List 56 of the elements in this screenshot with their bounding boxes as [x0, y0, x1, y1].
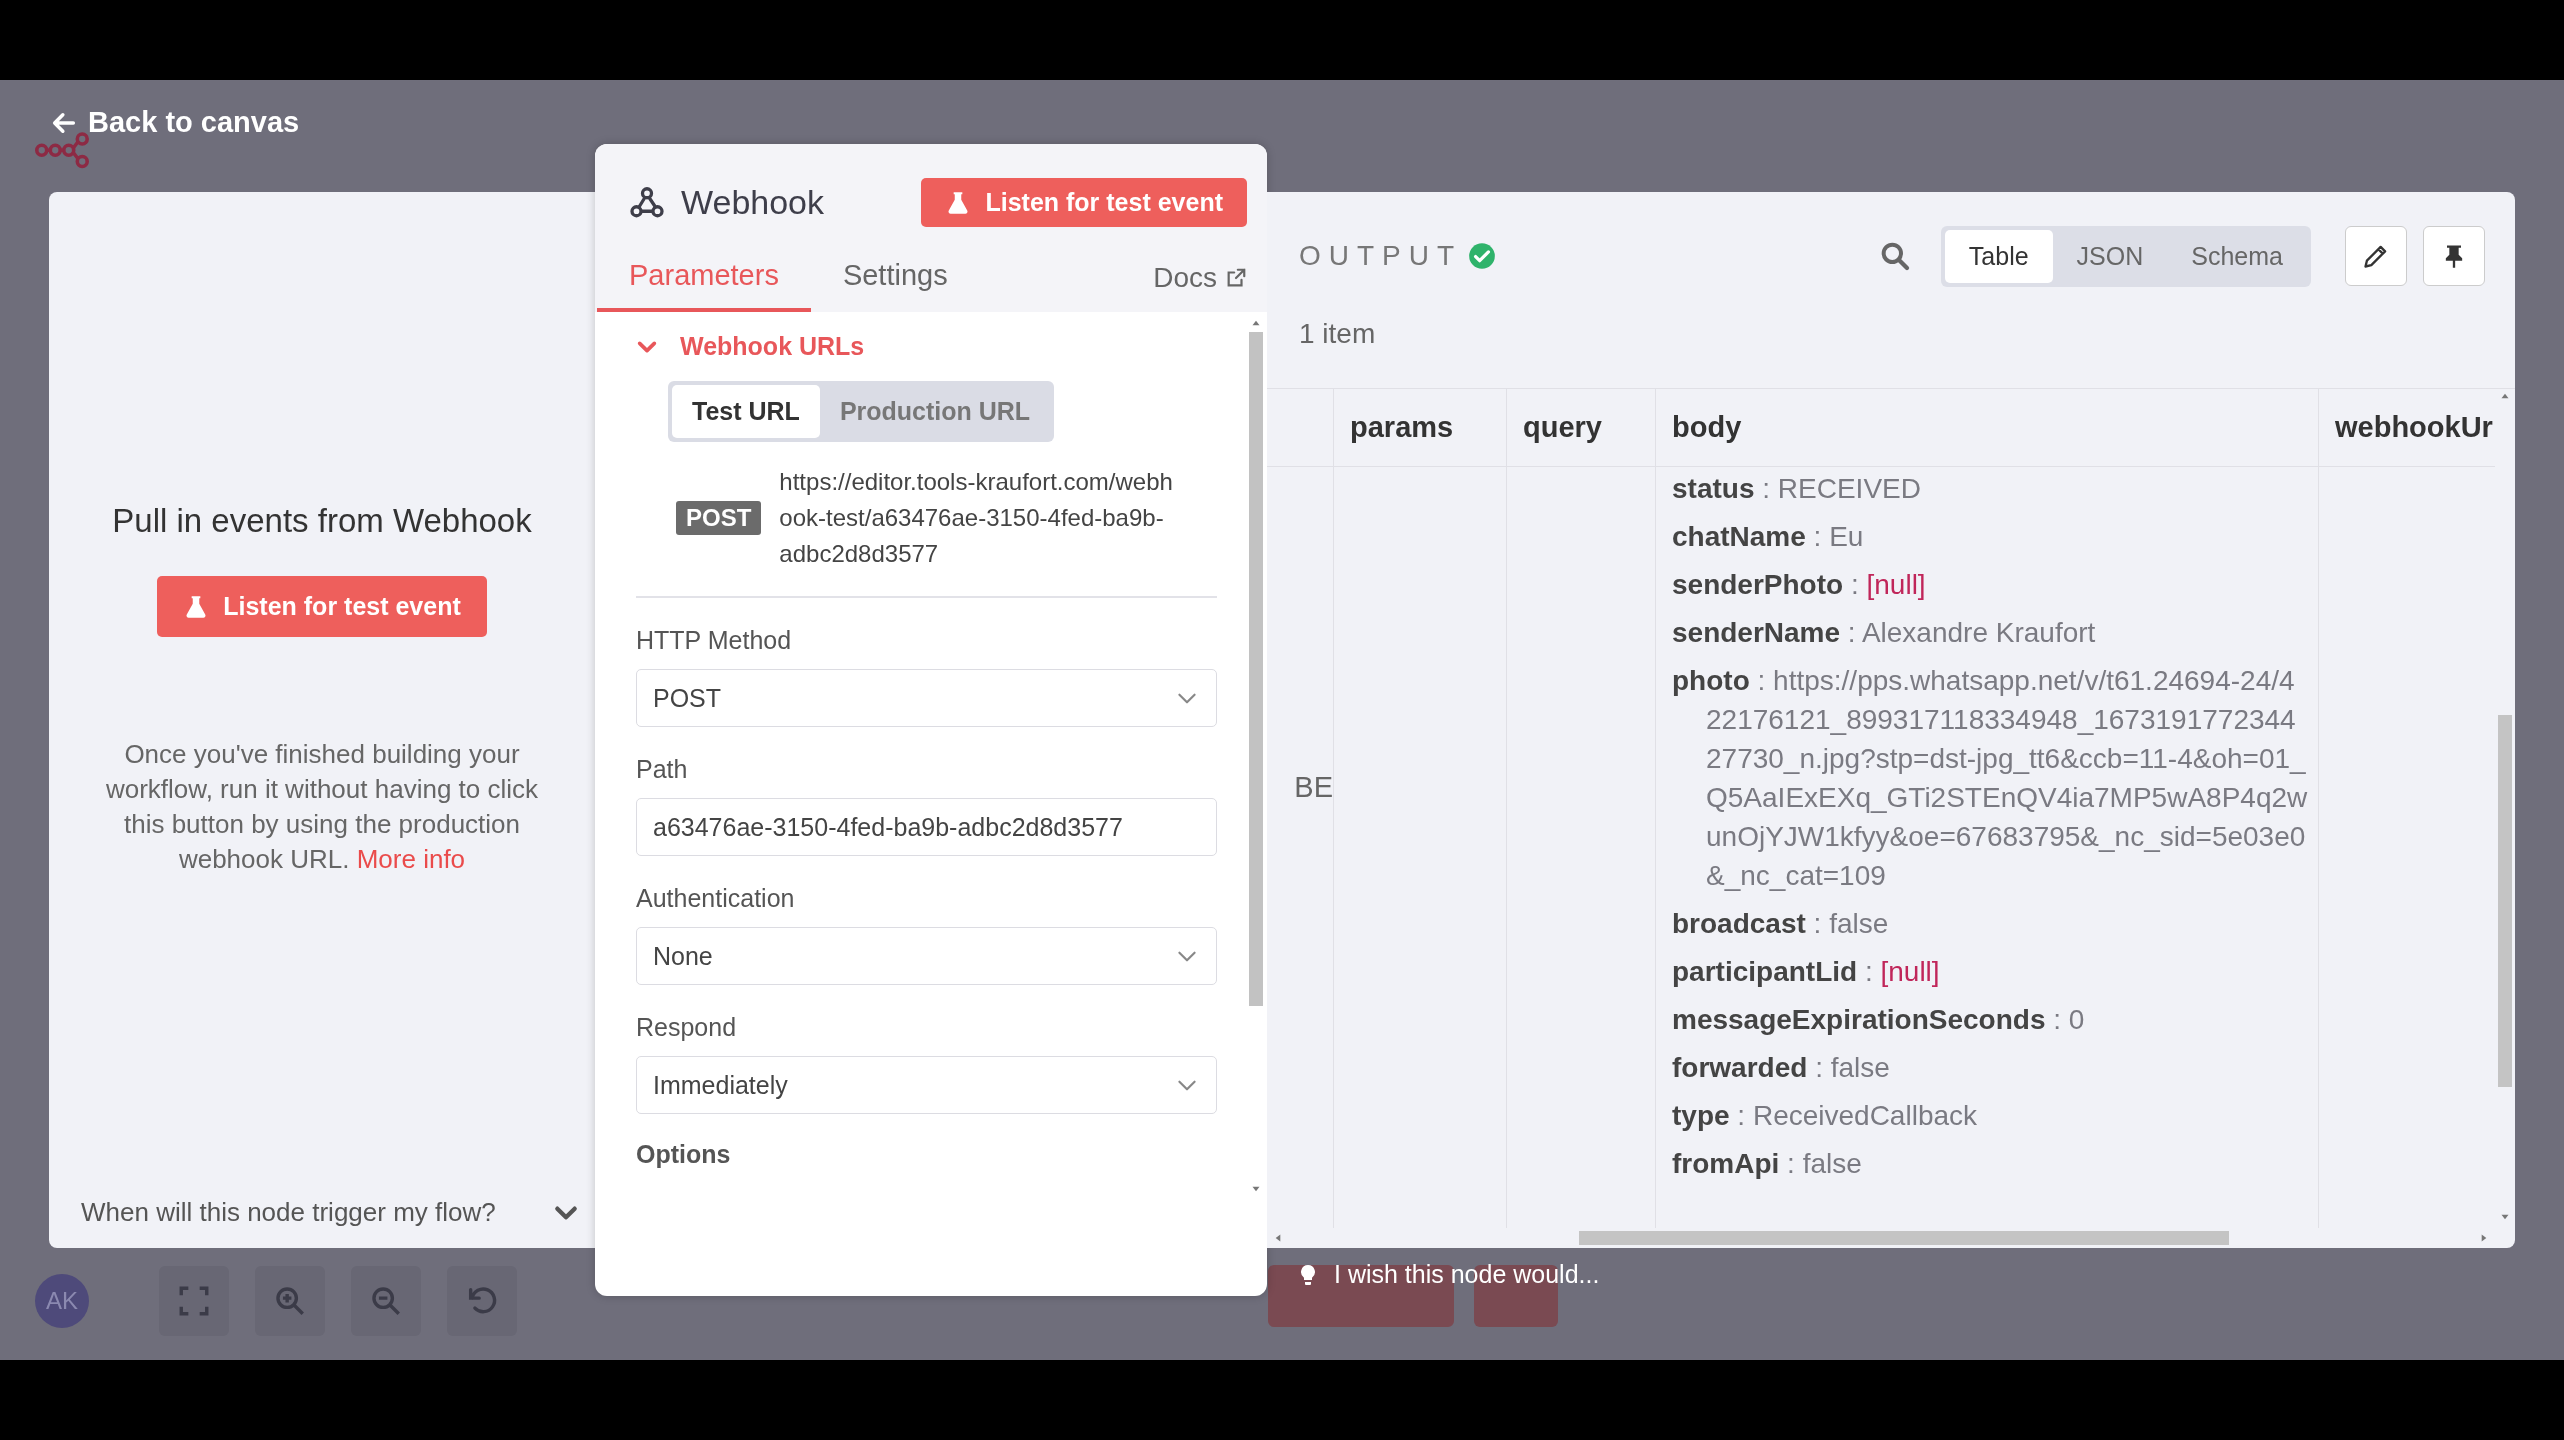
listen-for-test-event-button[interactable]: Listen for test event [157, 576, 487, 637]
output-title: OUTPUT [1299, 240, 1463, 272]
description-text: Once you've finished building your workflow, run it without having to click this button by using the production webhook URL. More info [104, 738, 540, 876]
key-value-text: senderName : Alexandre Kraufort [1671, 616, 2097, 650]
field-label: Respond [636, 1013, 738, 1042]
node-title: Webhook [681, 183, 825, 222]
view-tab[interactable]: Schema [2167, 229, 2307, 283]
feedback-tooltip[interactable]: I wish this node would... [1296, 1260, 1600, 1289]
column-header: query [1506, 389, 1655, 467]
undo-button[interactable] [447, 1266, 517, 1336]
panel-title: Pull in events from Webhook [112, 502, 532, 540]
more-info-link[interactable]: More info [356, 844, 466, 874]
fullscreen-button[interactable] [159, 1266, 229, 1336]
method-badge: POST [676, 501, 762, 535]
select-field[interactable]: Immediately [636, 1056, 1217, 1114]
view-tab[interactable]: JSON [2052, 229, 2168, 283]
select-field[interactable]: POST [636, 669, 1217, 727]
key-value-text: senderPhoto : [null] [1671, 568, 1927, 602]
item-count: 1 item [1298, 317, 1377, 351]
zoom-in-button[interactable] [255, 1266, 325, 1336]
tab[interactable]: Parameters [597, 249, 811, 312]
listen-for-test-event-button[interactable]: Listen for test event [921, 178, 1247, 227]
key-value-text: messageExpirationSeconds : 0 [1671, 1003, 2086, 1037]
table-cell-text: BE [1293, 770, 1333, 805]
section-label: Options [636, 1140, 732, 1169]
url-tab[interactable]: Test URL [672, 385, 820, 438]
tab[interactable]: Settings [810, 249, 980, 312]
webhook-url[interactable]: https://editor.tools-kraufort.com/webhook-test/a63476ae-3150-4fed-ba9b-adbc2d8d3577 [779, 464, 1175, 572]
key-value-text: forwarded : false [1671, 1051, 1891, 1085]
key-value-text: participantLid : [null] [1671, 955, 1941, 989]
zoom-in-icon [273, 1284, 307, 1318]
fullscreen-icon [177, 1284, 211, 1318]
pin-button[interactable] [2423, 226, 2485, 286]
field-label: HTTP Method [636, 626, 793, 655]
section-toggle[interactable]: Webhook URLs [636, 332, 1217, 361]
back-to-canvas-link[interactable]: Back to canvas [50, 106, 300, 139]
input-field[interactable]: a63476ae-3150-4fed-ba9b-adbc2d8d3577 [636, 798, 1217, 856]
select-field[interactable]: None [636, 927, 1217, 985]
zoom-out-icon [369, 1284, 403, 1318]
view-tab[interactable]: Table [1944, 229, 2053, 283]
column-header: webhookUr [2318, 389, 2495, 467]
field-label: Path [636, 755, 689, 784]
column-header: body [1655, 389, 2318, 467]
zoom-out-button[interactable] [351, 1266, 421, 1336]
key-value-text: status : RECEIVED [1671, 472, 1922, 506]
key-value-text: type : ReceivedCallback [1671, 1099, 1979, 1133]
faq-toggle[interactable]: When will this node trigger my flow? [61, 1197, 583, 1228]
field-label: Authentication [636, 884, 796, 913]
docs-link[interactable]: Docs [1153, 262, 1247, 312]
key-value-text: chatName : Eu [1671, 520, 1865, 554]
key-value-text: broadcast : false [1671, 907, 1890, 941]
edit-button[interactable] [2345, 226, 2407, 286]
url-tab[interactable]: Production URL [819, 385, 1051, 438]
key-value-text: fromApi : false [1671, 1147, 1863, 1181]
column-header: params [1333, 389, 1506, 467]
external-link-icon [1225, 267, 1247, 289]
